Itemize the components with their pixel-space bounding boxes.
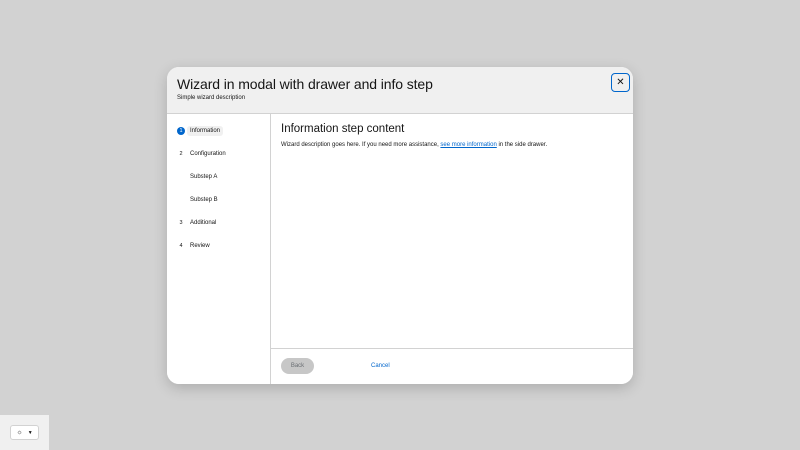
step-description: Wizard description goes here. If you nee… bbox=[281, 142, 547, 148]
modal-header: Wizard in modal with drawer and info ste… bbox=[167, 67, 633, 114]
nav-substep-a[interactable]: Substep A bbox=[167, 170, 271, 184]
theme-switcher-button[interactable]: ☼ ▼ bbox=[10, 425, 39, 440]
close-button[interactable]: ✕ bbox=[611, 73, 630, 92]
step-number: 4 bbox=[179, 243, 183, 249]
nav-step-additional[interactable]: 3 Additional bbox=[167, 216, 271, 230]
step-number: 2 bbox=[179, 151, 183, 157]
theme-switcher-panel: ☼ ▼ bbox=[0, 415, 49, 450]
wizard-footer: Back Cancel bbox=[271, 348, 633, 384]
sun-icon: ☼ bbox=[16, 429, 23, 436]
nav-step-information[interactable]: 1 Information bbox=[167, 124, 271, 138]
step-title: Information step content bbox=[281, 123, 405, 135]
wizard-modal: Wizard in modal with drawer and info ste… bbox=[167, 67, 633, 384]
description-text-start: Wizard description goes here. If you nee… bbox=[281, 142, 441, 148]
cancel-button[interactable]: Cancel bbox=[371, 358, 390, 374]
modal-title: Wizard in modal with drawer and info ste… bbox=[177, 76, 433, 92]
nav-substep-b[interactable]: Substep B bbox=[167, 193, 271, 207]
nav-step-configuration[interactable]: 2 Configuration bbox=[167, 147, 271, 161]
caret-down-icon: ▼ bbox=[27, 429, 33, 436]
nav-substep-label: Substep B bbox=[190, 197, 218, 203]
nav-step-label: Additional bbox=[190, 220, 217, 226]
step-number: 3 bbox=[179, 220, 183, 226]
more-info-link[interactable]: see more information bbox=[440, 142, 496, 148]
nav-step-review[interactable]: 4 Review bbox=[167, 239, 271, 253]
nav-step-label: Information bbox=[187, 126, 224, 136]
modal-description: Simple wizard description bbox=[177, 95, 246, 101]
nav-step-label: Review bbox=[190, 243, 210, 249]
step-number: 1 bbox=[177, 127, 185, 135]
back-button[interactable]: Back bbox=[281, 358, 314, 374]
wizard-nav: 1 Information 2 Configuration Substep A … bbox=[167, 114, 271, 384]
description-text-end: in the side drawer. bbox=[496, 142, 548, 148]
wizard-content: Information step content Wizard descript… bbox=[271, 114, 633, 349]
close-icon: ✕ bbox=[616, 76, 625, 88]
nav-step-label: Configuration bbox=[190, 151, 226, 157]
nav-substep-label: Substep A bbox=[190, 174, 218, 180]
